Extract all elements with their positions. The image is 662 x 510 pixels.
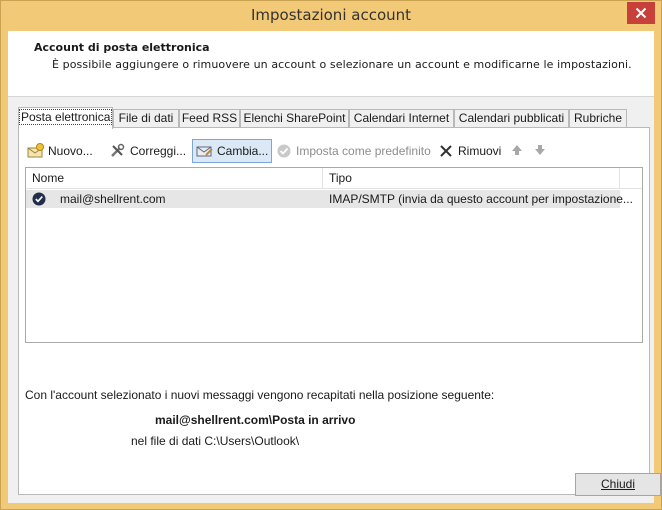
change-account-button[interactable]: Cambia... [192,139,273,163]
table-row[interactable]: mail@shellrent.com IMAP/SMTP (invia da q… [26,190,633,208]
close-button-label: Chiudi [600,477,636,491]
remove-account-button[interactable]: Rimuovi [437,139,501,163]
accounts-list[interactable]: Nome Tipo mail@shellrent.com IMAP/SMTP (… [25,167,643,343]
new-mail-icon [27,142,45,160]
email-tab-panel: Nuovo... Correggi... Cambia... Imposta c… [18,127,650,495]
data-file-path: nel file di dati C:\Users\Outlook\ [131,434,300,448]
title-bar: Impostazioni account [1,1,661,31]
column-header-name[interactable]: Nome [26,168,323,189]
tab-calendari-internet[interactable]: Calendari Internet [349,109,454,127]
header-description: È possibile aggiungere o rimuovere un ac… [52,58,632,71]
dialog-body: Account di posta elettronica È possibile… [8,31,661,503]
account-settings-window: Impostazioni account Account di posta el… [0,0,662,510]
change-account-label: Cambia... [217,144,269,158]
window-close-button[interactable] [627,2,655,24]
repair-account-button[interactable]: Correggi... [109,139,186,163]
tools-icon [109,142,127,160]
accounts-list-header: Nome Tipo [26,168,642,189]
change-account-icon [196,142,214,160]
remove-account-label: Rimuovi [458,144,502,158]
tab-rubriche[interactable]: Rubriche [569,109,627,127]
header-panel: Account di posta elettronica È possibile… [8,31,654,97]
set-default-button[interactable]: Imposta come predefinito [275,139,431,163]
delivery-info-text: Con l'account selezionato i nuovi messag… [25,388,495,402]
tab-feed-rss[interactable]: Feed RSS [179,109,240,127]
new-account-button[interactable]: Nuovo... [27,139,93,163]
tab-posta-elettronica[interactable]: Posta elettronica [18,107,113,129]
remove-x-icon [437,142,455,160]
window-title: Impostazioni account [250,6,412,24]
set-default-label: Imposta come predefinito [296,144,431,158]
account-type: IMAP/SMTP (invia da questo account per i… [329,192,633,206]
tab-elenchi-sharepoint[interactable]: Elenchi SharePoint [240,109,349,127]
new-account-label: Nuovo... [48,144,93,158]
tab-file-di-dati[interactable]: File di dati [113,109,179,127]
move-down-arrow-icon[interactable] [534,144,546,156]
tab-calendari-pubblicati[interactable]: Calendari pubblicati [454,109,569,127]
column-header-type[interactable]: Tipo [323,168,620,189]
account-name: mail@shellrent.com [60,192,166,206]
repair-account-label: Correggi... [130,144,187,158]
move-up-arrow-icon[interactable] [511,144,523,156]
checkmark-circle-icon [275,142,293,160]
header-title: Account di posta elettronica [34,41,210,54]
delivery-location: mail@shellrent.com\Posta in arrivo [155,413,356,427]
close-icon [635,7,647,19]
default-account-check-icon [32,192,46,206]
close-dialog-button[interactable]: Chiudi [575,473,661,496]
toolbar: Nuovo... Correggi... Cambia... Imposta c… [27,139,627,163]
tab-label: Posta elettronica [19,109,113,125]
